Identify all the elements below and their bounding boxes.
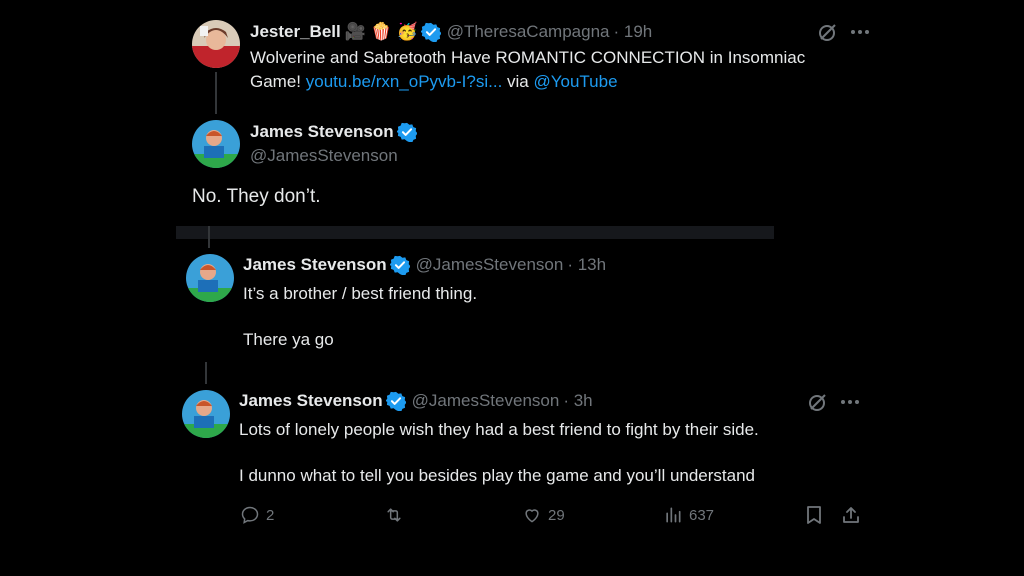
reply2-text-line1: It’s a brother / best friend thing.	[243, 284, 478, 303]
timestamp[interactable]: · 19h	[613, 22, 652, 42]
grok-icon[interactable]	[806, 390, 830, 414]
display-name[interactable]: James Stevenson	[239, 391, 383, 411]
reply3-text-line1: Lots of lonely people wish they had a be…	[239, 420, 759, 439]
thread-line	[205, 362, 207, 384]
handle[interactable]: @TheresaCampagna	[447, 22, 610, 42]
quoted-tweet-text-line1: Wolverine and Sabretooth Have ROMANTIC C…	[250, 48, 806, 67]
analytics-icon	[666, 507, 681, 523]
via-text: via	[502, 72, 534, 91]
display-name[interactable]: James Stevenson	[243, 255, 387, 275]
reply2-text-line2: There ya go	[243, 330, 334, 349]
thread-line	[208, 226, 210, 248]
quoted-tweet-text-line2: Game! youtu.be/rxn_oPyvb-I?si... via @Yo…	[250, 70, 618, 94]
like-count: 29	[548, 506, 565, 524]
avatar-james-stevenson[interactable]	[192, 120, 240, 168]
display-name[interactable]: James Stevenson	[250, 122, 394, 142]
handle[interactable]: @JamesStevenson	[416, 255, 564, 275]
quoted-tweet-header: Jester_Bell 🎥 🍿 🥳 @TheresaCampagna · 19h	[250, 20, 652, 44]
divider	[176, 226, 774, 239]
reply-icon	[241, 506, 259, 524]
timestamp[interactable]: · 13h	[567, 255, 606, 275]
more-icon[interactable]	[838, 390, 862, 414]
reply-button[interactable]: 2	[240, 504, 274, 526]
display-name[interactable]: Jester_Bell	[250, 22, 341, 42]
share-icon	[843, 507, 859, 523]
verified-icon	[420, 22, 442, 43]
repost-button[interactable]	[383, 504, 405, 526]
timestamp[interactable]: · 3h	[563, 391, 592, 411]
handle[interactable]: @JamesStevenson	[250, 146, 398, 166]
avatar-james-stevenson[interactable]	[182, 390, 230, 438]
verified-icon	[396, 122, 418, 143]
view-count: 637	[689, 506, 715, 524]
thread-line	[215, 72, 217, 114]
youtube-mention[interactable]: @YouTube	[533, 72, 617, 91]
repost-icon	[387, 508, 401, 522]
main-reply-text: No. They don’t.	[192, 186, 321, 207]
handle[interactable]: @JamesStevenson	[412, 391, 560, 411]
bookmark-button[interactable]	[803, 503, 825, 527]
verified-icon	[385, 391, 407, 412]
text-prefix: Game!	[250, 72, 306, 91]
avatar-jester-bell[interactable]	[192, 20, 240, 68]
more-icon[interactable]	[848, 20, 872, 44]
main-reply-header: James Stevenson	[250, 120, 418, 144]
reply2-header: James Stevenson @JamesStevenson · 13h	[243, 253, 606, 277]
avatar-james-stevenson[interactable]	[186, 254, 234, 302]
bookmark-icon	[807, 506, 821, 524]
like-button[interactable]: 29	[522, 504, 565, 526]
grok-icon[interactable]	[816, 20, 840, 44]
name-emojis: 🎥 🍿 🥳	[344, 22, 418, 41]
youtube-link[interactable]: youtu.be/rxn_oPyvb-I?si...	[306, 72, 503, 91]
reply-count: 2	[266, 506, 275, 524]
reply3-header: James Stevenson @JamesStevenson · 3h	[239, 389, 593, 413]
views-button[interactable]: 637	[663, 504, 714, 526]
verified-icon	[389, 255, 411, 276]
share-button[interactable]	[840, 503, 862, 527]
reply3-text-line2: I dunno what to tell you besides play th…	[239, 466, 756, 485]
heart-icon	[525, 509, 539, 523]
